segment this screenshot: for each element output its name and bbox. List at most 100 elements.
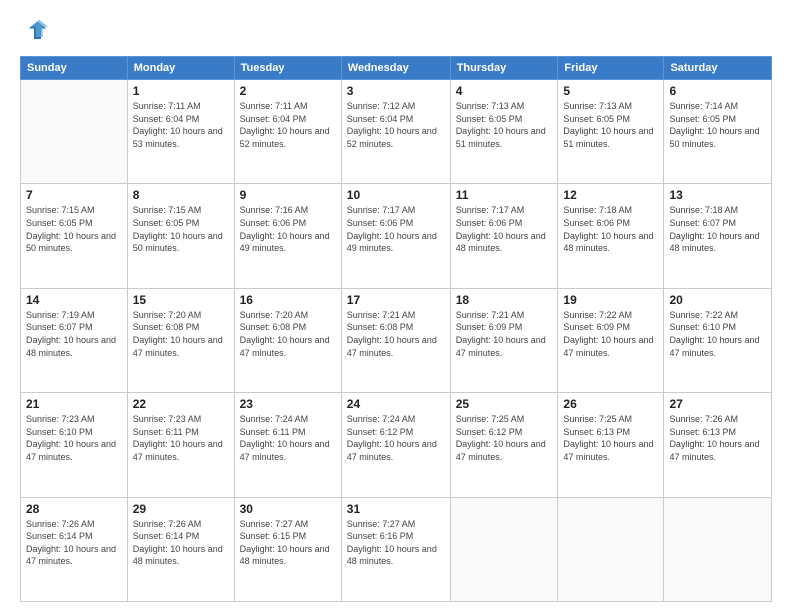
header [20, 18, 772, 46]
day-number: 26 [563, 397, 658, 411]
day-number: 25 [456, 397, 553, 411]
calendar-cell: 4 Sunrise: 7:13 AMSunset: 6:05 PMDaylight… [450, 80, 558, 184]
day-info: Sunrise: 7:23 AMSunset: 6:11 PMDaylight:… [133, 413, 229, 463]
day-number: 8 [133, 188, 229, 202]
calendar-cell: 18Sunrise: 7:21 AMSunset: 6:09 PMDayligh… [450, 288, 558, 392]
weekday-header: Wednesday [341, 57, 450, 80]
calendar-cell: 29 Sunrise: 7:26 AMSunset: 6:14 PMDayligh… [127, 497, 234, 601]
day-info: Sunrise: 7:13 AMSunset: 6:05 PMDaylight:… [563, 100, 658, 150]
calendar-cell: 1 Sunrise: 7:11 AMSunset: 6:04 PMDaylight… [127, 80, 234, 184]
calendar-cell [450, 497, 558, 601]
calendar-header-row: SundayMondayTuesdayWednesdayThursdayFrid… [21, 57, 772, 80]
day-info: Sunrise: 7:17 AMSunset: 6:06 PMDaylight:… [347, 204, 445, 254]
day-number: 28 [26, 502, 122, 516]
calendar-cell: 25 Sunrise: 7:25 AMSunset: 6:12 PMDayligh… [450, 393, 558, 497]
day-info: Sunrise: 7:19 AMSunset: 6:07 PMDaylight:… [26, 309, 122, 359]
day-info: Sunrise: 7:18 AMSunset: 6:07 PMDaylight:… [669, 204, 766, 254]
day-info: Sunrise: 7:25 AMSunset: 6:12 PMDaylight:… [456, 413, 553, 463]
calendar-cell [558, 497, 664, 601]
day-info: Sunrise: 7:15 AMSunset: 6:05 PMDaylight:… [133, 204, 229, 254]
calendar-week-row: 1 Sunrise: 7:11 AMSunset: 6:04 PMDaylight… [21, 80, 772, 184]
day-number: 24 [347, 397, 445, 411]
day-number: 6 [669, 84, 766, 98]
day-number: 16 [240, 293, 336, 307]
day-info: Sunrise: 7:24 AMSunset: 6:12 PMDaylight:… [347, 413, 445, 463]
day-number: 30 [240, 502, 336, 516]
calendar-week-row: 21 Sunrise: 7:23 AMSunset: 6:10 PMDayligh… [21, 393, 772, 497]
weekday-header: Saturday [664, 57, 772, 80]
day-info: Sunrise: 7:25 AMSunset: 6:13 PMDaylight:… [563, 413, 658, 463]
calendar-cell: 5 Sunrise: 7:13 AMSunset: 6:05 PMDaylight… [558, 80, 664, 184]
day-number: 10 [347, 188, 445, 202]
day-info: Sunrise: 7:11 AMSunset: 6:04 PMDaylight:… [133, 100, 229, 150]
day-info: Sunrise: 7:11 AMSunset: 6:04 PMDaylight:… [240, 100, 336, 150]
weekday-header: Monday [127, 57, 234, 80]
day-number: 17 [347, 293, 445, 307]
calendar-cell: 22 Sunrise: 7:23 AMSunset: 6:11 PMDayligh… [127, 393, 234, 497]
calendar-week-row: 7 Sunrise: 7:15 AMSunset: 6:05 PMDaylight… [21, 184, 772, 288]
calendar-cell: 10 Sunrise: 7:17 AMSunset: 6:06 PMDayligh… [341, 184, 450, 288]
calendar-cell: 16 Sunrise: 7:20 AMSunset: 6:08 PMDayligh… [234, 288, 341, 392]
day-info: Sunrise: 7:26 AMSunset: 6:14 PMDaylight:… [133, 518, 229, 568]
day-number: 18 [456, 293, 553, 307]
calendar-cell: 8 Sunrise: 7:15 AMSunset: 6:05 PMDaylight… [127, 184, 234, 288]
weekday-header: Tuesday [234, 57, 341, 80]
day-info: Sunrise: 7:27 AMSunset: 6:15 PMDaylight:… [240, 518, 336, 568]
day-info: Sunrise: 7:15 AMSunset: 6:05 PMDaylight:… [26, 204, 122, 254]
day-number: 14 [26, 293, 122, 307]
day-number: 22 [133, 397, 229, 411]
calendar-cell: 13Sunrise: 7:18 AMSunset: 6:07 PMDayligh… [664, 184, 772, 288]
day-info: Sunrise: 7:17 AMSunset: 6:06 PMDaylight:… [456, 204, 553, 254]
logo [20, 18, 52, 46]
logo-icon [20, 18, 48, 46]
day-info: Sunrise: 7:18 AMSunset: 6:06 PMDaylight:… [563, 204, 658, 254]
calendar-table: SundayMondayTuesdayWednesdayThursdayFrid… [20, 56, 772, 602]
calendar-cell: 28 Sunrise: 7:26 AMSunset: 6:14 PMDayligh… [21, 497, 128, 601]
day-info: Sunrise: 7:21 AMSunset: 6:08 PMDaylight:… [347, 309, 445, 359]
day-number: 29 [133, 502, 229, 516]
calendar-cell: 26 Sunrise: 7:25 AMSunset: 6:13 PMDayligh… [558, 393, 664, 497]
calendar-cell: 21 Sunrise: 7:23 AMSunset: 6:10 PMDayligh… [21, 393, 128, 497]
calendar-cell: 17 Sunrise: 7:21 AMSunset: 6:08 PMDayligh… [341, 288, 450, 392]
day-info: Sunrise: 7:13 AMSunset: 6:05 PMDaylight:… [456, 100, 553, 150]
day-info: Sunrise: 7:14 AMSunset: 6:05 PMDaylight:… [669, 100, 766, 150]
calendar-cell [664, 497, 772, 601]
calendar-cell: 6 Sunrise: 7:14 AMSunset: 6:05 PMDaylight… [664, 80, 772, 184]
calendar-week-row: 28 Sunrise: 7:26 AMSunset: 6:14 PMDayligh… [21, 497, 772, 601]
day-info: Sunrise: 7:20 AMSunset: 6:08 PMDaylight:… [240, 309, 336, 359]
calendar-cell: 30 Sunrise: 7:27 AMSunset: 6:15 PMDayligh… [234, 497, 341, 601]
calendar-cell [21, 80, 128, 184]
weekday-header: Thursday [450, 57, 558, 80]
day-number: 12 [563, 188, 658, 202]
calendar-cell: 24 Sunrise: 7:24 AMSunset: 6:12 PMDayligh… [341, 393, 450, 497]
day-info: Sunrise: 7:12 AMSunset: 6:04 PMDaylight:… [347, 100, 445, 150]
day-number: 3 [347, 84, 445, 98]
day-number: 21 [26, 397, 122, 411]
day-number: 4 [456, 84, 553, 98]
day-number: 27 [669, 397, 766, 411]
day-info: Sunrise: 7:26 AMSunset: 6:13 PMDaylight:… [669, 413, 766, 463]
day-number: 5 [563, 84, 658, 98]
calendar-body: 1 Sunrise: 7:11 AMSunset: 6:04 PMDaylight… [21, 80, 772, 602]
day-info: Sunrise: 7:20 AMSunset: 6:08 PMDaylight:… [133, 309, 229, 359]
day-number: 1 [133, 84, 229, 98]
calendar-cell: 9Sunrise: 7:16 AMSunset: 6:06 PMDaylight… [234, 184, 341, 288]
day-info: Sunrise: 7:22 AMSunset: 6:10 PMDaylight:… [669, 309, 766, 359]
calendar-cell: 19Sunrise: 7:22 AMSunset: 6:09 PMDayligh… [558, 288, 664, 392]
calendar-cell: 7 Sunrise: 7:15 AMSunset: 6:05 PMDaylight… [21, 184, 128, 288]
day-info: Sunrise: 7:23 AMSunset: 6:10 PMDaylight:… [26, 413, 122, 463]
day-number: 11 [456, 188, 553, 202]
calendar-cell: 20 Sunrise: 7:22 AMSunset: 6:10 PMDayligh… [664, 288, 772, 392]
day-info: Sunrise: 7:24 AMSunset: 6:11 PMDaylight:… [240, 413, 336, 463]
day-info: Sunrise: 7:27 AMSunset: 6:16 PMDaylight:… [347, 518, 445, 568]
calendar-cell: 2Sunrise: 7:11 AMSunset: 6:04 PMDaylight… [234, 80, 341, 184]
calendar-cell: 14 Sunrise: 7:19 AMSunset: 6:07 PMDayligh… [21, 288, 128, 392]
day-number: 7 [26, 188, 122, 202]
day-info: Sunrise: 7:26 AMSunset: 6:14 PMDaylight:… [26, 518, 122, 568]
day-number: 20 [669, 293, 766, 307]
calendar-cell: 11 Sunrise: 7:17 AMSunset: 6:06 PMDayligh… [450, 184, 558, 288]
day-number: 9 [240, 188, 336, 202]
calendar-week-row: 14 Sunrise: 7:19 AMSunset: 6:07 PMDayligh… [21, 288, 772, 392]
day-number: 19 [563, 293, 658, 307]
calendar-cell: 15Sunrise: 7:20 AMSunset: 6:08 PMDayligh… [127, 288, 234, 392]
